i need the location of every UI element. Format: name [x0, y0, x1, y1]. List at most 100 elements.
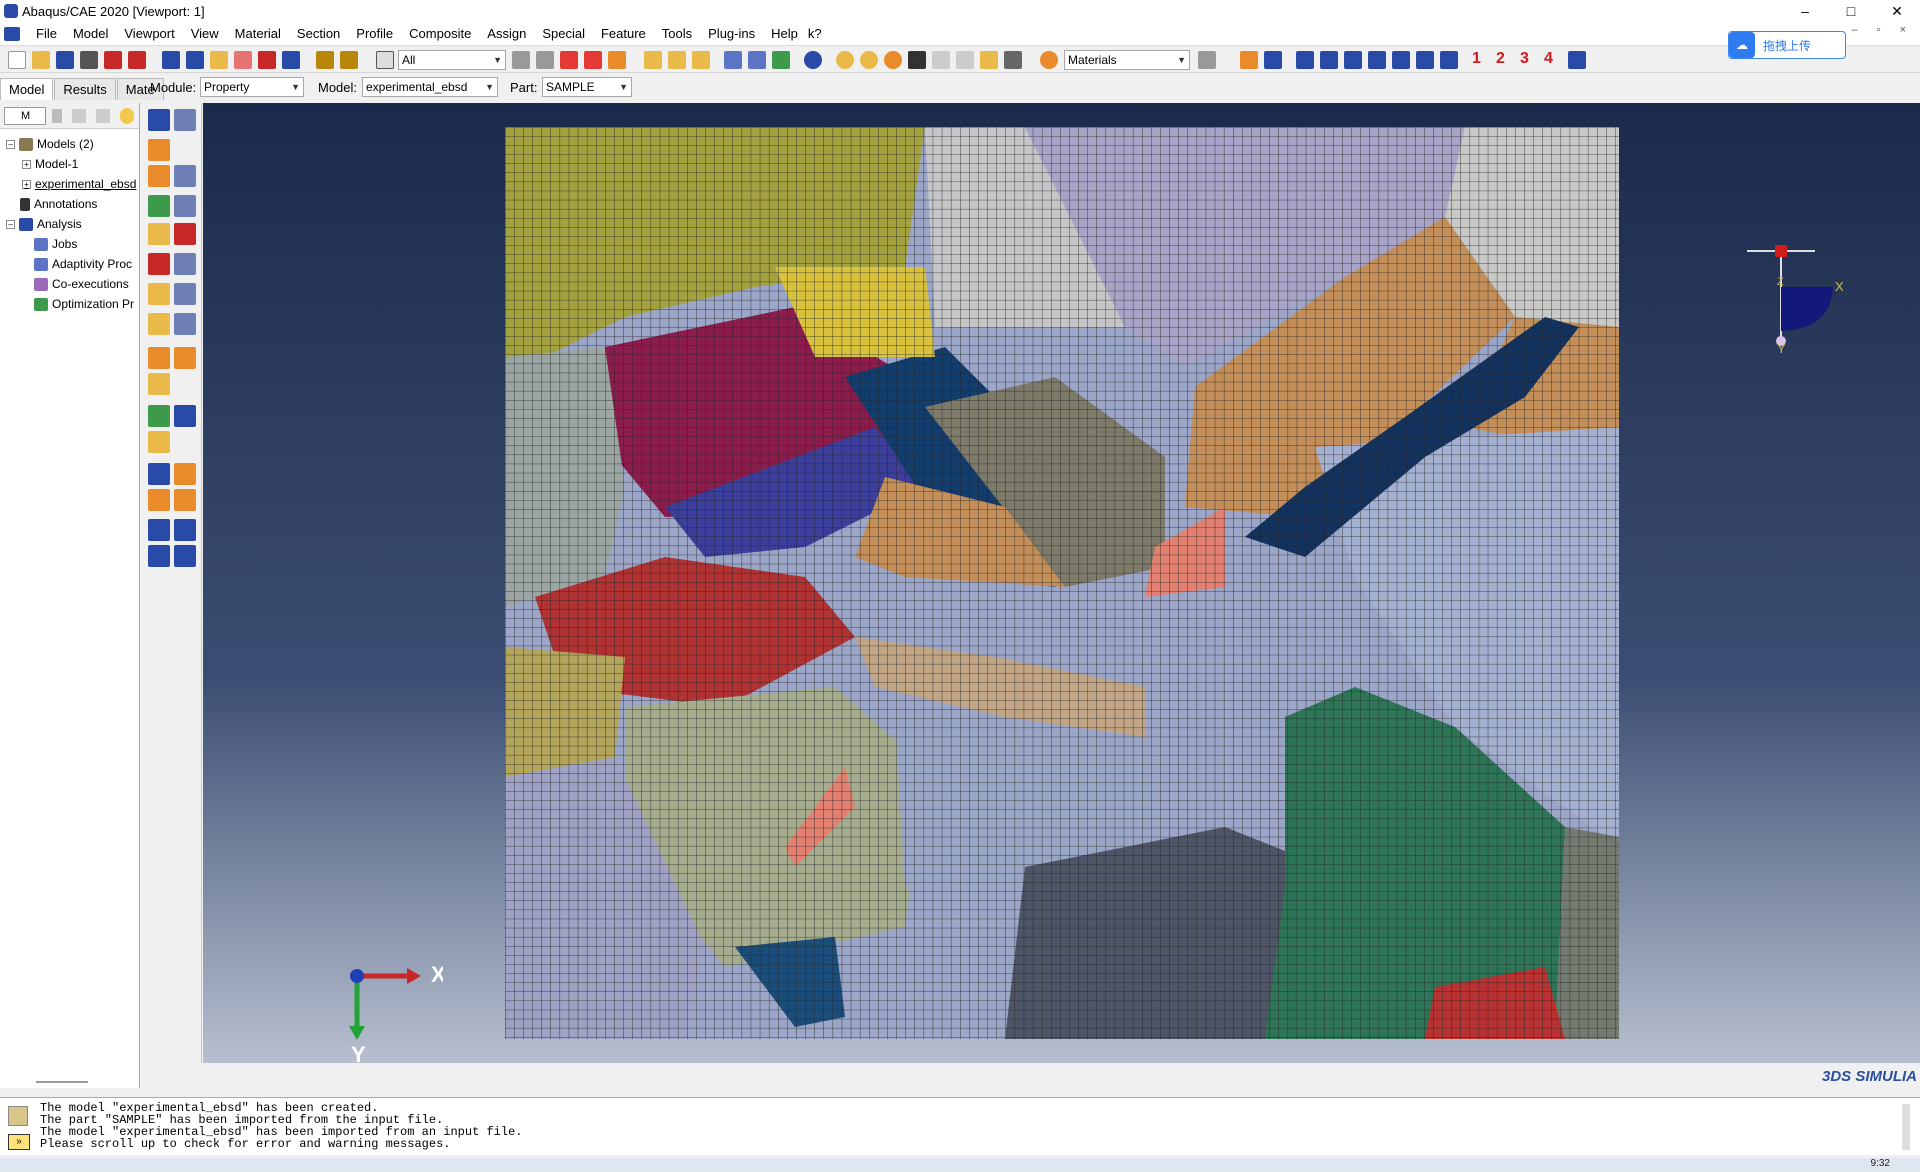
tree-item-model-1[interactable]: + Model-1	[22, 157, 78, 171]
tree-sort-icon[interactable]	[52, 109, 62, 123]
orientation-manager-icon[interactable]	[174, 253, 196, 275]
view-zy-icon[interactable]	[1416, 51, 1434, 69]
box-zoom-icon[interactable]	[234, 51, 252, 69]
view-manager-icon[interactable]	[1264, 51, 1282, 69]
menu-assign[interactable]: Assign	[487, 26, 526, 41]
close-button[interactable]: ✕	[1874, 0, 1920, 22]
auto-fit-icon[interactable]	[258, 51, 276, 69]
color-code-icon[interactable]	[1040, 51, 1058, 69]
menu-material[interactable]: Material	[235, 26, 281, 41]
query-csys-icon[interactable]	[148, 545, 170, 567]
tree-expander[interactable]: –	[6, 219, 15, 229]
inertia-icon[interactable]	[148, 347, 170, 369]
python-prompt-icon[interactable]: »	[8, 1134, 30, 1150]
menu-section[interactable]: Section	[297, 26, 340, 41]
set-manager-icon[interactable]	[174, 489, 196, 511]
create-profile-icon[interactable]	[148, 165, 170, 187]
view-yx-icon[interactable]	[1320, 51, 1338, 69]
viewport[interactable]: X Y X Z Y	[203, 103, 1920, 1063]
open-folder-icon[interactable]	[32, 51, 50, 69]
tree-item-analysis[interactable]: – Analysis	[6, 217, 82, 231]
hidden-lines-icon[interactable]	[748, 51, 766, 69]
tree-expander[interactable]: +	[22, 159, 31, 169]
minimize-button[interactable]: –	[1782, 0, 1828, 22]
color-mapping-combo[interactable]: Materials ▼	[1064, 50, 1190, 70]
iso-view-icon[interactable]	[644, 51, 662, 69]
side-view-icon[interactable]	[692, 51, 710, 69]
tree-item-adaptivity[interactable]: Adaptivity Proc	[34, 257, 132, 271]
menu-model[interactable]: Model	[73, 26, 108, 41]
view-2-button[interactable]: 2	[1496, 50, 1505, 68]
tree-item-annotations[interactable]: Annotations	[20, 197, 97, 211]
menu-viewport[interactable]: Viewport	[124, 26, 174, 41]
select-arrow-icon[interactable]	[376, 51, 394, 69]
datum-plane-icon[interactable]	[148, 431, 170, 453]
view-xz-icon[interactable]	[1344, 51, 1362, 69]
csys-manager-icon[interactable]	[174, 519, 196, 541]
tree-item-jobs[interactable]: Jobs	[34, 237, 77, 251]
partition-icon[interactable]	[148, 463, 170, 485]
section-assignment-manager-icon[interactable]	[174, 223, 196, 245]
skin-icon[interactable]	[148, 373, 170, 395]
menu-special[interactable]: Special	[542, 26, 585, 41]
module-combo[interactable]: Property ▼	[200, 77, 304, 97]
beam-manager-icon[interactable]	[174, 283, 196, 305]
tree-expander[interactable]: –	[6, 139, 15, 149]
tree-expander[interactable]: +	[22, 179, 31, 189]
menu-plug-ins[interactable]: Plug-ins	[708, 26, 755, 41]
box-select-icon[interactable]	[608, 51, 626, 69]
view-3-button[interactable]: 3	[1520, 50, 1529, 68]
grid-icon[interactable]	[1004, 51, 1022, 69]
menu-file[interactable]: File	[36, 26, 57, 41]
menu-feature[interactable]: Feature	[601, 26, 646, 41]
menu-view[interactable]: View	[191, 26, 219, 41]
redo-icon[interactable]	[956, 51, 974, 69]
tree-item-models[interactable]: – Models (2)	[6, 137, 94, 151]
viewport-menu-icon[interactable]	[4, 26, 20, 41]
maximize-button[interactable]: □	[1828, 0, 1874, 22]
view-iso-icon[interactable]	[1440, 51, 1458, 69]
message-scrollbar[interactable]	[1902, 1104, 1910, 1150]
normal-manager-icon[interactable]	[174, 313, 196, 335]
front-view-icon[interactable]	[668, 51, 686, 69]
tree-item-experimental-ebsd[interactable]: + experimental_ebsd	[22, 177, 136, 191]
assign-beam-orientation-icon[interactable]	[148, 283, 170, 305]
output-db-icon[interactable]	[128, 51, 146, 69]
csys-icon[interactable]	[148, 519, 170, 541]
inertia-manager-icon[interactable]	[174, 347, 196, 369]
info-icon[interactable]	[804, 51, 822, 69]
view-zx-icon[interactable]	[1368, 51, 1386, 69]
set-icon[interactable]	[148, 489, 170, 511]
drag-shape-icon[interactable]	[560, 51, 578, 69]
measure-icon[interactable]	[340, 51, 358, 69]
datum-axis-icon[interactable]	[174, 405, 196, 427]
tab-model[interactable]: Model	[0, 78, 54, 100]
render-icon[interactable]	[836, 51, 854, 69]
view-manipulation-icon[interactable]	[1240, 51, 1258, 69]
view-4-button[interactable]: 4	[1544, 50, 1553, 68]
cycle-view-icon[interactable]	[282, 51, 300, 69]
message-area-icon[interactable]	[8, 1106, 28, 1126]
select-from-viewport-icon[interactable]	[512, 51, 530, 69]
upload-button[interactable]: ☁ 拖拽上传	[1728, 31, 1846, 59]
select-options-icon[interactable]	[536, 51, 554, 69]
partition-manager-icon[interactable]	[174, 463, 196, 485]
pan-icon[interactable]	[162, 51, 180, 69]
model-db-icon[interactable]	[104, 51, 122, 69]
context-help-icon[interactable]: k?	[808, 26, 822, 41]
selection-method-icon[interactable]	[584, 51, 602, 69]
assign-section-icon[interactable]	[148, 223, 170, 245]
lights-icon[interactable]	[860, 51, 878, 69]
triad-view-icon[interactable]	[1568, 51, 1586, 69]
zoom-icon[interactable]	[210, 51, 228, 69]
tree-filter-combo[interactable]: M	[4, 107, 46, 125]
layup-manager-icon[interactable]	[174, 195, 196, 217]
tree-item-co-executions[interactable]: Co-executions	[34, 277, 129, 291]
lightbulb-icon[interactable]	[120, 108, 134, 124]
create-material-icon[interactable]	[148, 109, 170, 131]
model-combo[interactable]: experimental_ebsd ▼	[362, 77, 498, 97]
composite-layup-icon[interactable]	[148, 195, 170, 217]
create-section-icon[interactable]	[148, 139, 170, 161]
shaded-icon[interactable]	[772, 51, 790, 69]
part-combo[interactable]: SAMPLE ▼	[542, 77, 632, 97]
